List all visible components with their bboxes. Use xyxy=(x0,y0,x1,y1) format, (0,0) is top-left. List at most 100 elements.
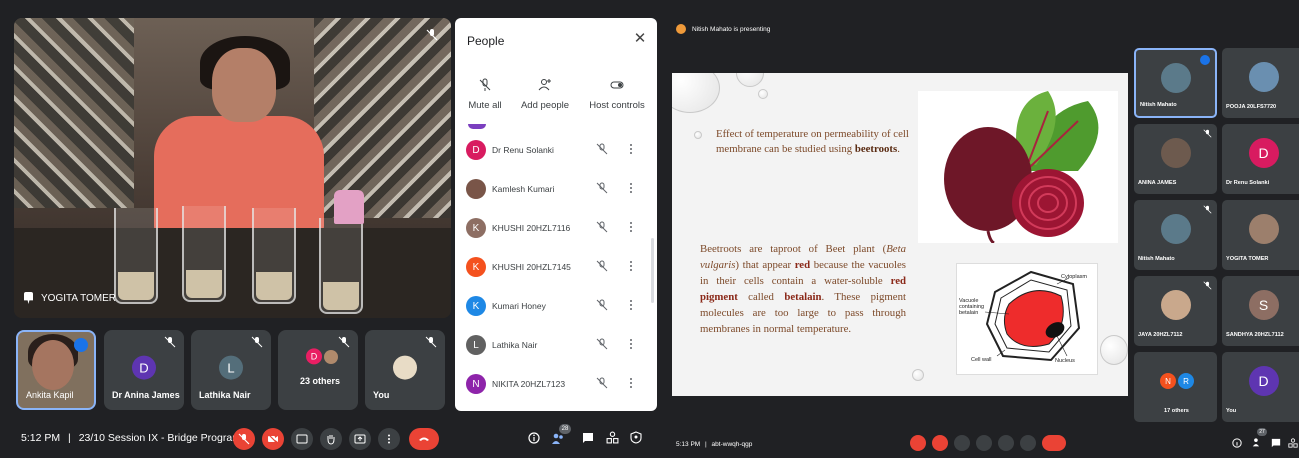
captions-button[interactable] xyxy=(954,435,970,451)
mic-off-icon xyxy=(479,78,491,91)
mic-off-icon xyxy=(1203,281,1212,290)
mic-toggle-button[interactable] xyxy=(233,428,255,450)
chat-icon[interactable] xyxy=(582,432,594,444)
participant-tile[interactable]: D Dr Renu Solanki xyxy=(1222,124,1299,194)
avatar-face xyxy=(32,340,74,390)
scrollbar[interactable] xyxy=(651,238,654,303)
participant-tile[interactable]: You xyxy=(365,330,445,410)
avatar: D xyxy=(132,355,156,380)
avatar xyxy=(393,355,417,380)
water-drop xyxy=(694,131,702,139)
add-people-button[interactable]: Add people xyxy=(515,78,575,111)
camera-toggle-button[interactable] xyxy=(932,435,948,451)
participant-tile[interactable]: Ankita Kapil xyxy=(16,330,96,410)
participant-tile[interactable]: D Dr Anina James xyxy=(104,330,184,410)
mic-toggle-button[interactable] xyxy=(910,435,926,451)
host-controls-button[interactable]: Host controls xyxy=(587,78,647,111)
avatar: D xyxy=(466,140,486,160)
clock-time: 5:13 PM xyxy=(676,441,701,448)
participant-tile[interactable]: L Lathika Nair xyxy=(191,330,271,410)
mic-off-icon[interactable] xyxy=(596,338,608,350)
separator: | xyxy=(705,441,707,448)
table xyxy=(14,228,451,318)
list-item[interactable]: L Lathika Nair xyxy=(455,327,655,365)
mic-off-icon xyxy=(426,29,438,41)
participant-tile[interactable]: JAYA 20HZL7112 xyxy=(1134,276,1217,346)
participant-tile[interactable]: POOJA 20LFS7720 xyxy=(1222,48,1299,118)
mic-off-icon xyxy=(1203,129,1212,138)
more-vert-icon[interactable] xyxy=(629,143,633,155)
participant-tile[interactable]: S SANDHYA 20HZL7112 xyxy=(1222,276,1299,346)
participant-tile[interactable]: N R 17 others xyxy=(1134,352,1217,422)
participant-name: Dr Renu Solanki xyxy=(492,145,554,155)
avatar xyxy=(324,350,338,364)
presenter-head xyxy=(212,48,276,122)
avatar: R xyxy=(1178,373,1194,389)
avatar xyxy=(468,124,486,129)
mic-off-icon xyxy=(238,433,250,445)
info-icon[interactable] xyxy=(1232,438,1242,448)
plant-cell-diagram: Cytoplasm Vacuole containing betalain Ce… xyxy=(956,263,1098,375)
participant-tile[interactable]: D You xyxy=(1222,352,1299,422)
mute-all-button[interactable]: Mute all xyxy=(455,78,515,111)
mic-off-icon[interactable] xyxy=(596,221,608,233)
mic-off-icon[interactable] xyxy=(596,182,608,194)
participant-name: KHUSHI 20HZL7116 xyxy=(492,223,571,233)
participant-tile[interactable]: YOGITA TOMER xyxy=(1222,200,1299,270)
slide-body-part: called xyxy=(737,291,785,303)
water-drop xyxy=(672,73,720,113)
list-item[interactable]: K KHUSHI 20HZL7116 xyxy=(455,210,655,248)
more-vert-icon[interactable] xyxy=(629,377,633,389)
more-vert-icon[interactable] xyxy=(629,182,633,194)
present-button[interactable] xyxy=(349,428,371,450)
camera-off-icon xyxy=(267,433,279,445)
curtain-left xyxy=(14,18,134,208)
more-vert-icon[interactable] xyxy=(629,338,633,350)
list-item[interactable]: D Dr Renu Solanki xyxy=(455,132,655,170)
pin-icon[interactable] xyxy=(24,292,33,304)
participant-name: You xyxy=(1226,408,1237,414)
add-people-label: Add people xyxy=(520,100,570,111)
main-video-feed: YOGITA TOMER xyxy=(14,18,451,318)
list-item[interactable]: K KHUSHI 20HZL7145 xyxy=(455,249,655,287)
chat-icon[interactable] xyxy=(1271,438,1281,448)
activities-icon[interactable] xyxy=(606,431,619,444)
leave-call-button[interactable] xyxy=(1042,435,1066,451)
leave-call-button[interactable] xyxy=(409,428,439,450)
present-button[interactable] xyxy=(998,435,1014,451)
list-item[interactable]: K Kumari Honey xyxy=(455,288,655,326)
people-icon xyxy=(1252,438,1260,447)
camera-toggle-button[interactable] xyxy=(262,428,284,450)
host-controls-shield-icon[interactable] xyxy=(630,431,642,444)
people-button[interactable]: 27 xyxy=(1252,428,1267,448)
avatar xyxy=(466,179,486,199)
mic-off-icon[interactable] xyxy=(596,260,608,272)
close-icon[interactable]: ✕ xyxy=(633,31,647,46)
raise-hand-button[interactable] xyxy=(976,435,992,451)
participant-tile[interactable]: Nitish Mahato xyxy=(1134,200,1217,270)
curtain-right xyxy=(314,18,451,218)
list-item[interactable]: N NIKITA 20HZL7123 xyxy=(455,366,655,404)
slide-body-text: Beetroots are taproot of Beet plant (Bet… xyxy=(700,241,906,337)
mic-off-icon[interactable] xyxy=(596,377,608,389)
more-vert-icon[interactable] xyxy=(629,221,633,233)
list-item[interactable]: Kamlesh Kumari xyxy=(455,171,655,209)
participant-tile[interactable]: Nitish Mahato xyxy=(1134,48,1217,118)
mic-off-icon[interactable] xyxy=(596,299,608,311)
raise-hand-button[interactable] xyxy=(320,428,342,450)
mic-off-icon[interactable] xyxy=(596,143,608,155)
info-icon[interactable] xyxy=(528,432,540,444)
participant-tile[interactable]: D 23 others xyxy=(278,330,358,410)
more-vert-icon[interactable] xyxy=(629,299,633,311)
avatar xyxy=(1248,62,1279,93)
captions-button[interactable] xyxy=(291,428,313,450)
activities-icon[interactable] xyxy=(1288,438,1298,448)
more-options-button[interactable] xyxy=(1020,435,1036,451)
people-button[interactable]: 28 xyxy=(551,424,571,446)
participant-tile[interactable]: ANINA JAMES xyxy=(1134,124,1217,194)
mic-off-icon xyxy=(338,336,350,348)
meeting-code: abt-wwqh-qgp xyxy=(711,441,753,448)
more-options-button[interactable] xyxy=(378,428,400,450)
more-vert-icon[interactable] xyxy=(629,260,633,272)
participant-count-badge: 28 xyxy=(559,424,571,434)
